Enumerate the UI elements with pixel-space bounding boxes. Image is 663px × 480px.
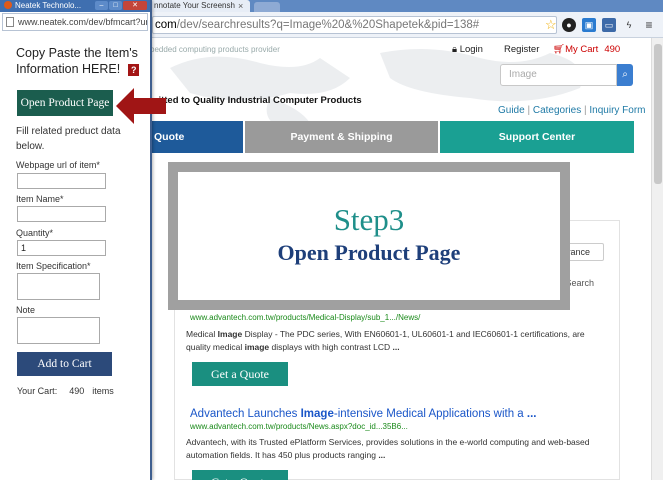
- quantity-field[interactable]: 1: [17, 240, 106, 256]
- cart-icon: 🛒︎: [553, 44, 566, 55]
- scrollbar-thumb[interactable]: [654, 44, 662, 184]
- inquiry-form-link[interactable]: Inquiry Form: [589, 105, 645, 116]
- extension-icon[interactable]: ●: [562, 18, 576, 32]
- main-address-bar[interactable]: com/dev/searchresults?q=Image%20&%20Shap…: [152, 16, 557, 34]
- get-quote-button[interactable]: Get a Quote: [192, 470, 288, 480]
- bookmark-star-icon[interactable]: ☆: [545, 17, 556, 33]
- main-toolbar: com/dev/searchresults?q=Image%20&%20Shap…: [150, 12, 663, 38]
- minimize-icon[interactable]: –: [95, 1, 108, 10]
- add-to-cart-button[interactable]: Add to Cart: [17, 352, 112, 376]
- site-tagline: bedded computing products provider: [150, 45, 280, 54]
- step-title: Step3: [333, 202, 405, 237]
- get-quote-button[interactable]: Get a Quote: [192, 362, 288, 386]
- page-icon: [6, 17, 14, 27]
- your-cart-label: Your Cart:: [17, 386, 58, 396]
- nav-payment-shipping[interactable]: Payment & Shipping: [245, 121, 438, 153]
- chrome-icon: [4, 1, 12, 9]
- main-tab-label: nnotate Your Screensh: [154, 1, 235, 10]
- lightning-extension-icon[interactable]: ϟ: [622, 18, 636, 32]
- open-product-page-button[interactable]: Open Product Page: [17, 90, 113, 116]
- item-specification-label: Item Specification*: [16, 261, 91, 271]
- screenshot-root: nnotate Your Screensh × com/dev/searchre…: [0, 0, 663, 480]
- your-cart-summary: Your Cart: 490 items: [17, 386, 114, 396]
- screenshot-extension-icon[interactable]: ▣: [582, 18, 596, 32]
- nav-support-center[interactable]: Support Center: [440, 121, 634, 153]
- url-host: com: [155, 19, 177, 31]
- result-description: Medical Image Display - The PDC series, …: [186, 329, 585, 352]
- register-link[interactable]: Register: [504, 44, 539, 55]
- my-cart-link[interactable]: 🛒︎My Cart 490: [553, 44, 620, 55]
- fill-instructions: Fill related preduct data below.: [16, 126, 121, 152]
- webpage-url-label: Webpage url of item*: [16, 160, 100, 170]
- item-specification-field[interactable]: [17, 273, 100, 300]
- maximize-icon[interactable]: □: [109, 1, 122, 10]
- popup-url: www.neatek.com/dev/bfmcart?url=: [18, 17, 148, 27]
- main-nav: Quote Payment & Shipping Support Center: [150, 121, 651, 153]
- cart-popup-window: Neatek Technolo... – □ ✕ www.neatek.com/…: [0, 0, 152, 480]
- result-title[interactable]: Advantech Launches Image-intensive Medic…: [190, 408, 537, 420]
- quantity-label: Quantity*: [16, 228, 54, 238]
- result-url[interactable]: www.advantech.com.tw/products/Medical-Di…: [190, 313, 420, 322]
- step-annotation-frame: Step3 Open Product Page: [168, 162, 570, 310]
- popup-address-bar[interactable]: www.neatek.com/dev/bfmcart?url=: [2, 13, 148, 31]
- result-url[interactable]: www.advantech.com.tw/products/News.aspx?…: [190, 422, 408, 431]
- close-icon[interactable]: ✕: [123, 1, 147, 10]
- item-name-label: Item Name*: [16, 194, 64, 204]
- guide-links: Guide | Categories | Inquiry Form: [498, 105, 646, 116]
- monitor-extension-icon[interactable]: ▭: [602, 18, 616, 32]
- my-cart-count: 490: [604, 44, 621, 55]
- login-label: Login: [459, 44, 483, 55]
- step-subtitle: Open Product Page: [277, 240, 461, 265]
- main-tab-strip: nnotate Your Screensh ×: [150, 0, 663, 12]
- your-cart-count: 490: [69, 386, 85, 396]
- url-path: /dev/searchresults?q=Image%20&%20Shapete…: [176, 19, 480, 31]
- search-icon[interactable]: ⌕: [617, 64, 633, 86]
- nav-quote[interactable]: Quote: [150, 121, 243, 153]
- item-name-field[interactable]: [17, 206, 106, 222]
- pointer-arrow-icon: [116, 88, 166, 124]
- my-cart-label: My Cart: [565, 44, 599, 55]
- site-slogan: mitted to Quality Industrial Computer Pr…: [150, 95, 362, 106]
- webpage-url-field[interactable]: [17, 173, 106, 189]
- copy-paste-title: Copy Paste the Item's Information HERE!?: [16, 46, 140, 76]
- note-field[interactable]: [17, 317, 100, 344]
- login-link[interactable]: 🔒︎ Login: [452, 44, 483, 55]
- menu-icon[interactable]: ≡: [642, 18, 656, 32]
- main-tab[interactable]: nnotate Your Screensh ×: [150, 0, 250, 12]
- popup-title: Neatek Technolo...: [4, 0, 81, 12]
- close-icon[interactable]: ×: [238, 0, 243, 12]
- step-annotation: Step3 Open Product Page: [178, 172, 560, 300]
- help-icon[interactable]: ?: [128, 64, 140, 76]
- result-description: Advantech, with its Trusted ePlatform Se…: [186, 437, 590, 460]
- new-tab-button[interactable]: [254, 2, 280, 12]
- popup-titlebar: Neatek Technolo... – □ ✕: [0, 0, 150, 12]
- categories-link[interactable]: Categories: [533, 105, 581, 116]
- site-search-input[interactable]: Image: [500, 64, 617, 86]
- page-scrollbar[interactable]: [651, 38, 663, 480]
- note-label: Note: [16, 305, 36, 315]
- your-cart-unit: items: [92, 386, 114, 396]
- lock-icon: 🔒︎: [452, 44, 458, 55]
- guide-link[interactable]: Guide: [498, 105, 525, 116]
